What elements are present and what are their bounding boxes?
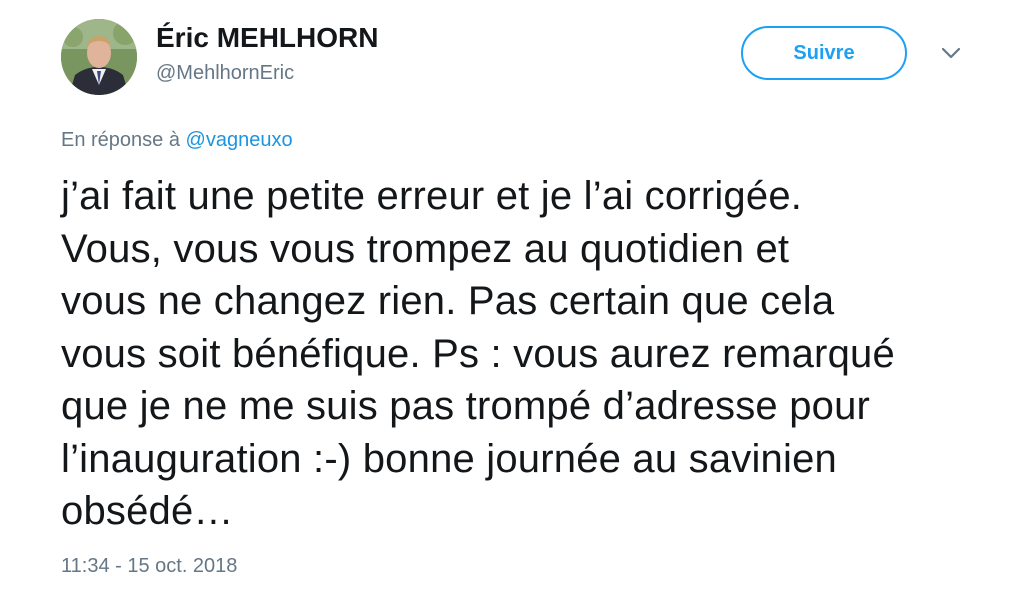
follow-button-label: Suivre: [793, 41, 855, 64]
tweet-card: Éric MEHLHORN @MehlhornEric Suivre En ré…: [0, 0, 1024, 594]
tweet-text-line: obsédé…: [61, 489, 234, 533]
tweet-text-line: j’ai fait une petite erreur et je l’ai c…: [61, 174, 803, 218]
author-handle[interactable]: @MehlhornEric: [156, 62, 294, 85]
tweet-text-line: que je ne me suis pas trompé d’adresse p…: [61, 384, 871, 428]
reply-context-prefix: En réponse à: [61, 129, 180, 151]
follow-button[interactable]: Suivre: [741, 26, 907, 80]
chevron-down-icon[interactable]: [940, 45, 962, 61]
author-display-name[interactable]: Éric MEHLHORN: [156, 22, 378, 54]
tweet-text-line: Vous, vous vous trompez au quotidien et: [61, 226, 790, 271]
tweet-text-line: vous ne changez rien. Pas certain que ce…: [61, 279, 835, 323]
tweet-timestamp[interactable]: 11:34 - 15 oct. 2018: [61, 555, 237, 578]
tweet-text-line: vous soit bénéfique. Ps : vous aurez rem…: [61, 331, 895, 376]
reply-context: En réponse à @vagneuxo: [61, 129, 293, 152]
avatar[interactable]: [61, 19, 137, 95]
tweet-text: j’ai fait une petite erreur et je l’ai c…: [61, 170, 1011, 538]
reply-mention-link[interactable]: @vagneuxo: [186, 129, 293, 151]
avatar-photo: [61, 19, 137, 95]
tweet-text-line: l’inauguration :-) bonne journée au savi…: [61, 436, 837, 481]
